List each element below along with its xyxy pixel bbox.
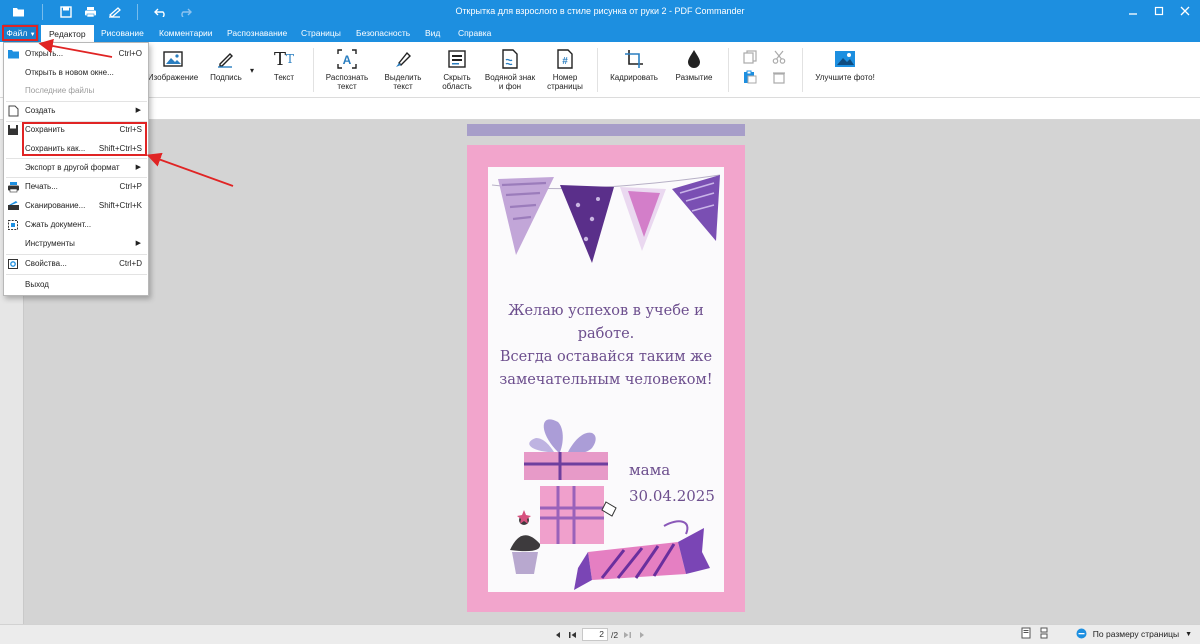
annotation-arrows: [38, 38, 234, 187]
arrow-to-save-items: [146, 152, 234, 187]
arrow-to-file-tab: [38, 38, 113, 58]
